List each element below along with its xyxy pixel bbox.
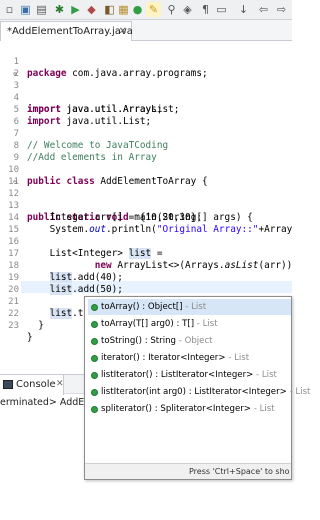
close-icon[interactable]: ✕: [56, 375, 64, 394]
proposal-item[interactable]: toArray() : Object[] - List: [88, 299, 291, 315]
next-annotation-icon[interactable]: ↓: [236, 2, 251, 17]
public-method-icon: [91, 355, 98, 362]
proposal-item[interactable]: listIterator(int arg0) : ListIterator<In…: [88, 384, 310, 400]
public-method-icon: [91, 389, 98, 396]
code-line: 15: [0, 212, 292, 235]
code-line: 12 ⊖ public static void main(String[] ar…: [0, 176, 292, 223]
proposal-item[interactable]: iterator() : Iterator<Integer> - List: [88, 350, 291, 366]
line-number: 23: [8, 321, 19, 331]
code-line: 7 // Welcome to JavaTCoding: [0, 116, 292, 151]
fold-icon[interactable]: ⊖: [13, 68, 20, 80]
close-icon[interactable]: ✕: [119, 22, 127, 41]
proposal-item[interactable]: toArray(T[] arg0) : T[] - List: [88, 316, 291, 332]
run-icon[interactable]: ▶: [68, 2, 83, 17]
new-class-icon[interactable]: ●: [130, 2, 145, 17]
code-line: 19 list.add(50);: [0, 260, 292, 295]
code-line: 13 Integer arr[] = {10,20,30};: [0, 188, 292, 223]
code-line: 10 public class AddElementToArray {: [0, 152, 292, 187]
code-line: 2: [0, 56, 292, 79]
code-line: 9: [0, 140, 292, 163]
fold-icon[interactable]: ⊖: [13, 176, 20, 188]
show-whitespace-icon[interactable]: ¶: [198, 2, 213, 17]
code-line: 1 package com.java.array.programs;: [0, 44, 292, 79]
save-icon[interactable]: ▣: [18, 2, 33, 17]
forward-icon[interactable]: ⇨: [274, 2, 289, 17]
proposal-item[interactable]: listIterator() : ListIterator<Integer> -…: [88, 367, 291, 383]
console-tab-label: Console: [16, 379, 56, 390]
code-line: 11: [0, 164, 292, 187]
open-type-icon[interactable]: ✎: [146, 2, 161, 17]
editor-tab-bar: *AddElementToArray.java ✕: [0, 20, 292, 41]
code-line: 5 import java.util.List;: [0, 92, 292, 127]
content-assist-footer: Press 'Ctrl+Space' to sho: [85, 463, 291, 479]
external-tools-icon[interactable]: ◆: [84, 2, 99, 17]
code-line: 20: [0, 272, 292, 295]
edit-icon[interactable]: ▭: [214, 2, 229, 17]
code-line: 3 ⊖ import java.util.ArrayList;: [0, 68, 292, 115]
code-line: 17 new ArrayList<>(Arrays.asList(arr));: [0, 236, 292, 271]
code-line-current[interactable]: 21 list.to: [0, 284, 292, 319]
code-line: 18 list.add(40);: [0, 248, 292, 283]
new-java-project-icon[interactable]: ◧: [102, 2, 117, 17]
public-method-icon: [91, 372, 98, 379]
main-toolbar: ▫ ▣ ▤ ✱ ▶ ◆ ◧ ▦ ● ✎ ⚲ ◈ ¶ ▭ ↓ ⇦ ⇨: [0, 0, 292, 20]
toggle-mark-occurrences-icon[interactable]: ◈: [180, 2, 195, 17]
content-assist-popup[interactable]: toArray() : Object[] - List toArray(T[] …: [84, 296, 310, 480]
proposal-item[interactable]: spliterator() : Spliterator<Integer> - L…: [88, 401, 291, 417]
code-line: 6: [0, 104, 292, 127]
search-icon[interactable]: ⚲: [164, 2, 179, 17]
public-method-icon: [91, 304, 98, 311]
code-line: 8 //Add elements in Array: [0, 128, 292, 163]
print-icon[interactable]: ▤: [34, 2, 49, 17]
debug-icon[interactable]: ✱: [52, 2, 67, 17]
new-file-icon[interactable]: ▫: [2, 2, 17, 17]
console-tab[interactable]: Console ✕: [0, 375, 64, 395]
public-method-icon: [91, 338, 98, 345]
public-method-icon: [91, 321, 98, 328]
editor-tab-title: *AddElementToArray.java: [7, 26, 133, 37]
new-package-icon[interactable]: ▦: [116, 2, 131, 17]
public-method-icon: [91, 406, 98, 413]
back-icon[interactable]: ⇦: [256, 2, 271, 17]
editor-tab[interactable]: *AddElementToArray.java ✕: [0, 21, 133, 41]
code-line: 16 List<Integer> list =: [0, 224, 292, 259]
console-icon: [3, 380, 13, 389]
code-line: 4 import java.util.Arrays;: [0, 80, 292, 115]
proposal-item[interactable]: toString() : String - Object: [88, 333, 291, 349]
code-line: 14 System.out.println("Original Array::"…: [0, 200, 292, 235]
